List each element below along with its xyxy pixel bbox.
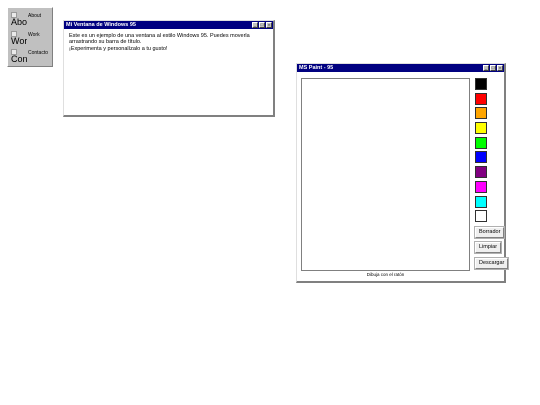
desktop-icon-panel: Abo About Wor Work Con Contacto <box>7 7 53 67</box>
window-controls: _ □ × <box>252 22 272 28</box>
color-swatch-white[interactable] <box>475 210 487 223</box>
window-title: MS Paint - 95 <box>299 65 334 71</box>
paint-window-titlebar[interactable]: MS Paint - 95 _ □ × <box>297 64 504 72</box>
welcome-window: Mi Ventana de Windows 95 _ □ × Este es u… <box>63 20 275 117</box>
canvas-caption: Dibuja con el ratón <box>366 272 405 277</box>
download-button[interactable]: Descargar <box>473 257 510 270</box>
broken-image-icon: Wor <box>11 31 27 46</box>
minimize-button[interactable]: _ <box>252 22 258 28</box>
eraser-button[interactable]: Borrador <box>473 226 506 239</box>
broken-image-icon: Abo <box>11 12 27 27</box>
icon-alt-text: Con <box>11 54 27 64</box>
icon-alt-text: Wor <box>11 36 27 46</box>
welcome-text-line: ¡Experimenta y personalízalo a tu gusto! <box>69 45 168 52</box>
drawing-canvas[interactable] <box>301 78 470 271</box>
icon-alt-text: Abo <box>11 17 27 27</box>
close-button[interactable]: × <box>497 65 503 71</box>
color-swatch-orange[interactable] <box>475 107 487 120</box>
color-swatch-purple[interactable] <box>475 166 487 179</box>
maximize-button[interactable]: □ <box>259 22 265 28</box>
desktop-icon-contacto[interactable]: Con Contacto <box>11 49 51 66</box>
welcome-window-titlebar[interactable]: Mi Ventana de Windows 95 _ □ × <box>64 21 273 29</box>
maximize-button[interactable]: □ <box>490 65 496 71</box>
minimize-button[interactable]: _ <box>483 65 489 71</box>
close-button[interactable]: × <box>266 22 272 28</box>
color-swatch-blue[interactable] <box>475 151 487 164</box>
paint-window: MS Paint - 95 _ □ × Dibuja con el ratón … <box>296 63 510 283</box>
desktop-icon-label: Contacto <box>28 50 49 56</box>
desktop-icon-label: About <box>28 13 42 19</box>
color-swatch-magenta[interactable] <box>475 180 487 193</box>
desktop-icon-about[interactable]: Abo About <box>11 12 51 29</box>
desktop-icon-work[interactable]: Wor Work <box>11 31 51 48</box>
color-swatch-cyan[interactable] <box>475 195 487 208</box>
window-controls: _ □ × <box>483 65 503 71</box>
color-swatch-green[interactable] <box>475 136 487 149</box>
clear-button[interactable]: Limpiar <box>473 241 503 254</box>
color-swatch-black[interactable] <box>475 78 487 90</box>
window-title: Mi Ventana de Windows 95 <box>66 22 136 28</box>
broken-image-icon: Con <box>11 49 27 64</box>
desktop-icon-label: Work <box>28 32 40 38</box>
color-swatch-yellow[interactable] <box>475 122 487 135</box>
color-swatch-red[interactable] <box>475 92 487 105</box>
welcome-body: Este es un ejemplo de una ventana al est… <box>64 29 273 56</box>
color-palette <box>475 78 488 225</box>
